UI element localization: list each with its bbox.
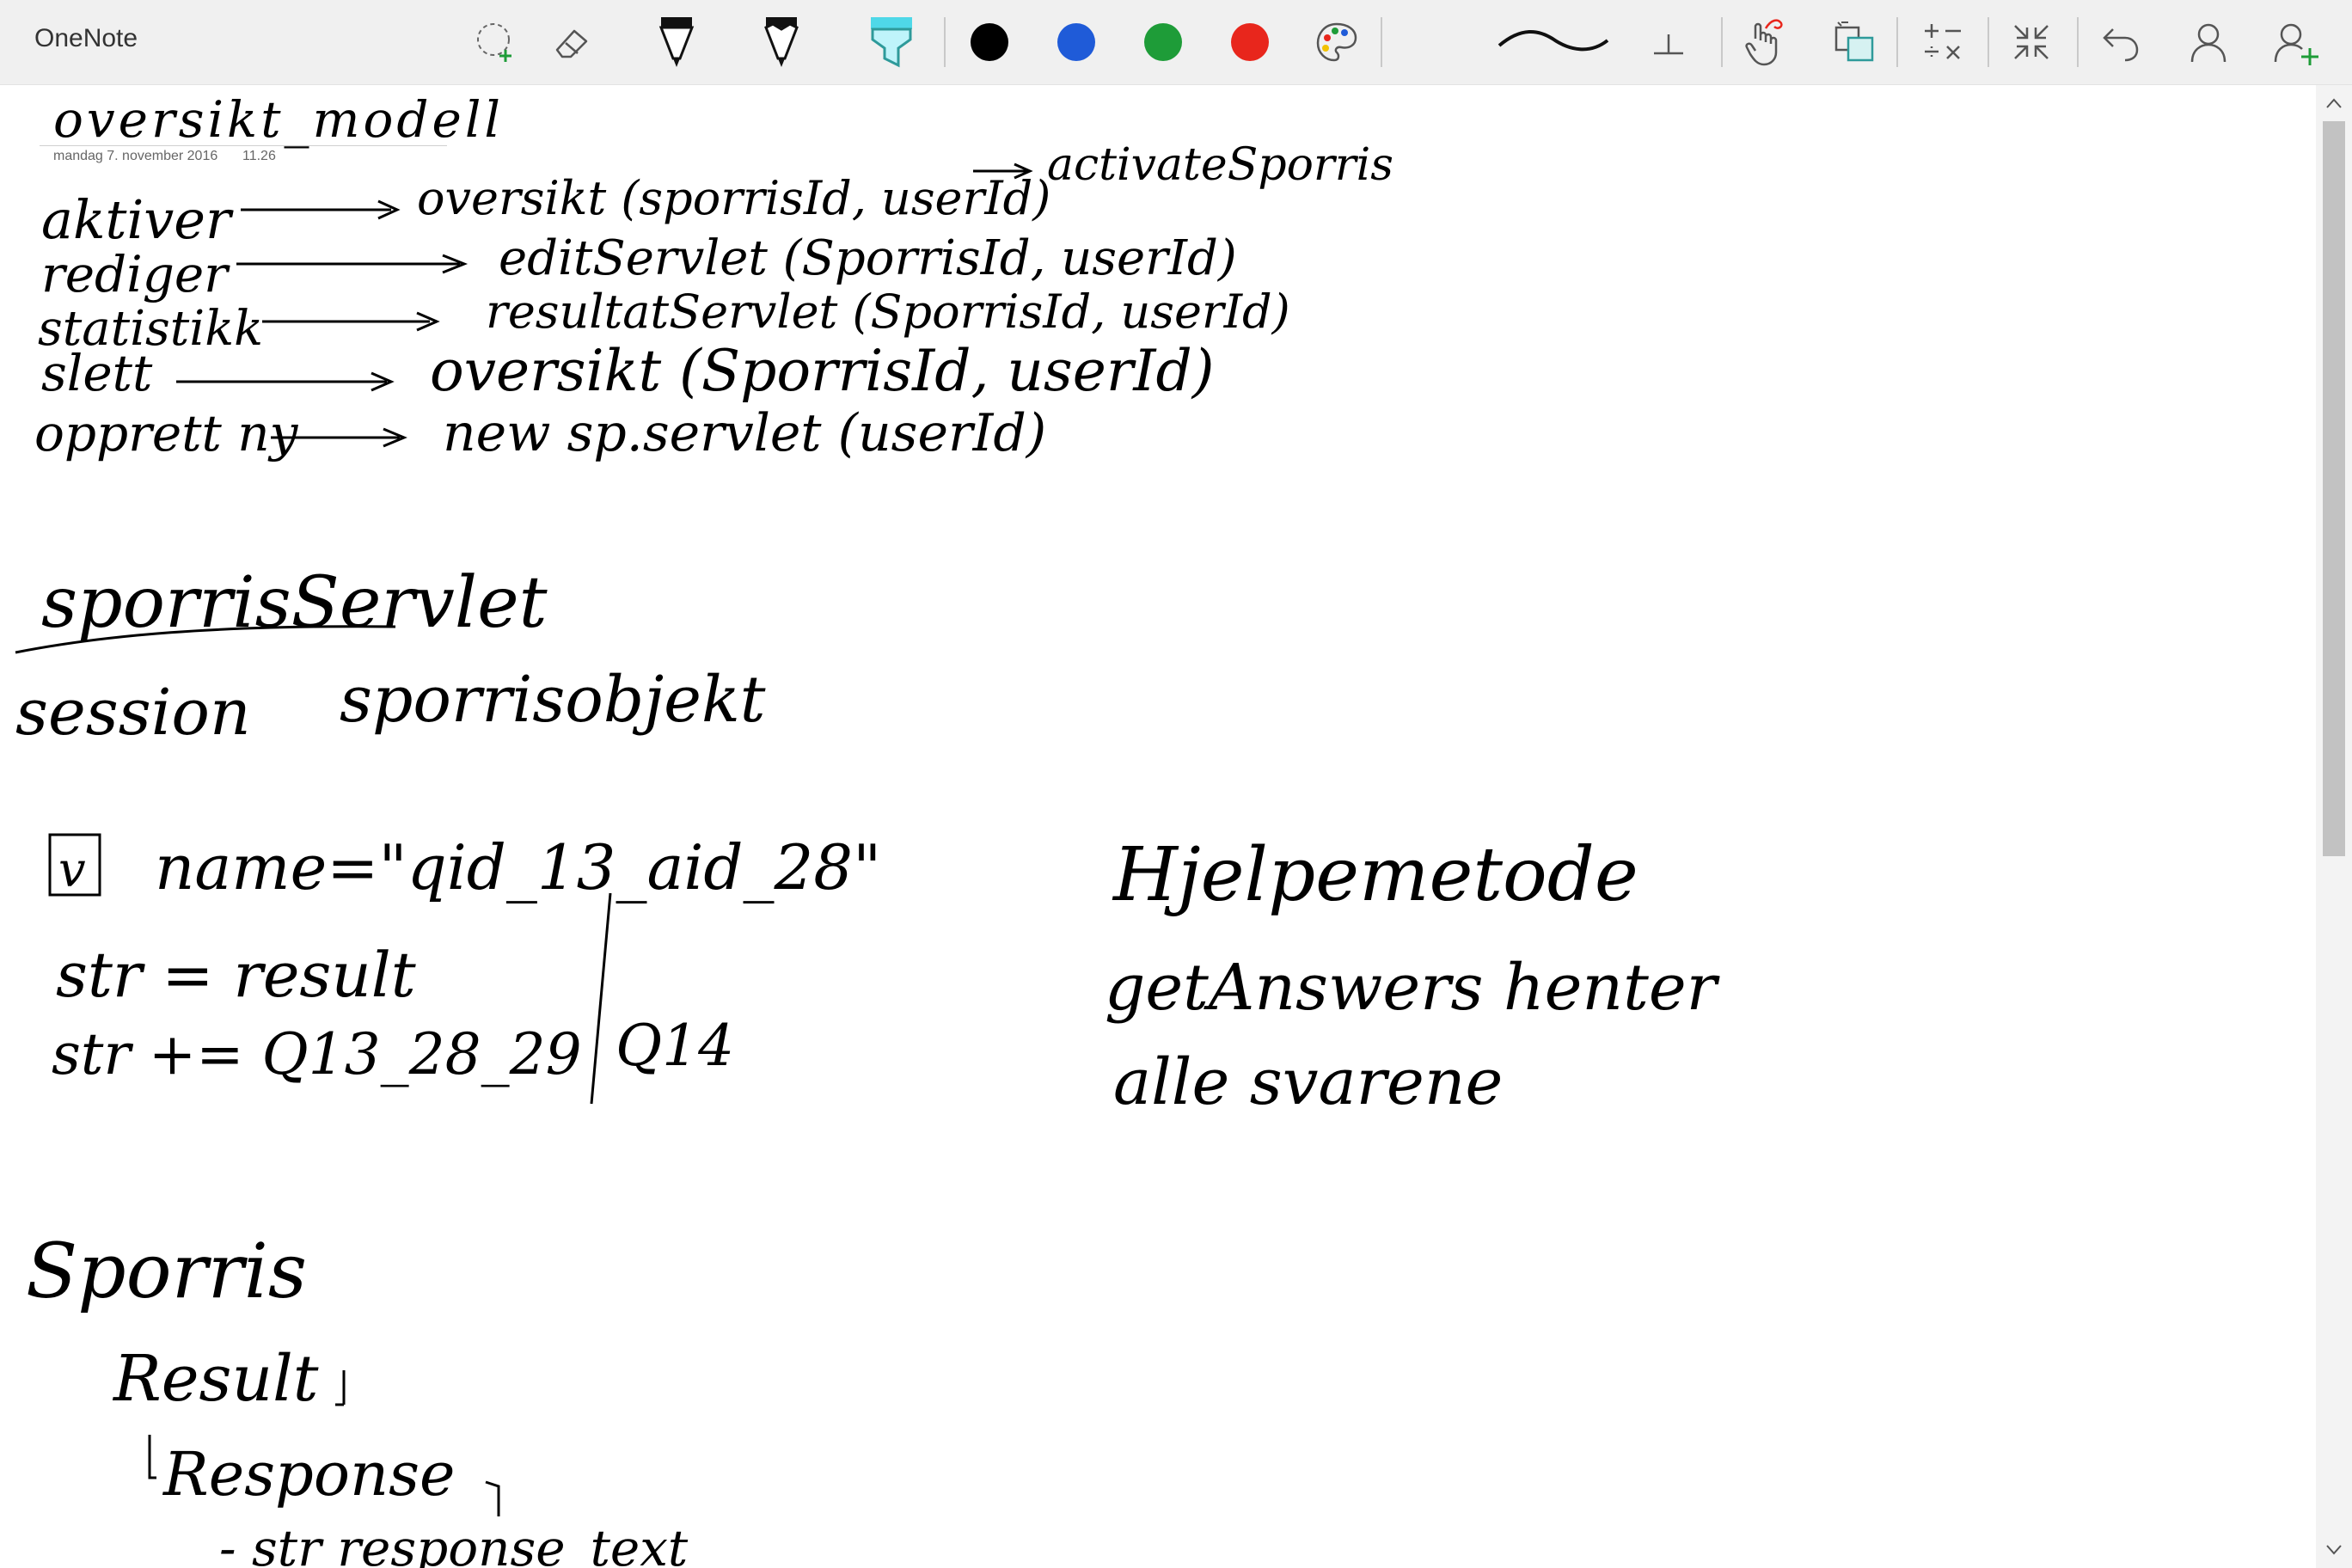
color-swatch-blue: [1057, 23, 1095, 61]
ink-row5-right: new sp.servlet (userId): [443, 403, 1046, 463]
ink-tree-child: Result: [112, 1342, 319, 1416]
ink-row2-left: rediger: [41, 245, 230, 303]
touch-writing-icon[interactable]: [1731, 10, 1795, 74]
ink-tree-root: Sporris: [26, 1227, 307, 1315]
draw-toolbar: OneNote: [0, 0, 2352, 85]
ink-row2-right: editServlet (SporrisId, userId): [499, 230, 1237, 286]
ink-row5-left: opprett ny: [34, 404, 299, 462]
highlighter-icon[interactable]: [860, 10, 923, 74]
color-red-button[interactable]: [1218, 10, 1282, 74]
pencil-icon[interactable]: [750, 10, 813, 74]
color-swatch-red: [1231, 23, 1269, 61]
color-swatch-green: [1144, 23, 1182, 61]
ink-row1-right: oversikt (sporrisId, userId): [417, 171, 1050, 225]
add-user-icon[interactable]: [2264, 10, 2328, 74]
eraser-icon[interactable]: [540, 10, 603, 74]
ink-helper-line1: getAnswers henter: [1105, 951, 1721, 1025]
ink-sporris-servlet: sporrisServlet: [41, 562, 548, 644]
lasso-select-icon[interactable]: [464, 10, 528, 74]
color-black-button[interactable]: [958, 10, 1021, 74]
ink-row4-left: slett: [41, 344, 153, 402]
ink-tree-grandchild: Response: [162, 1439, 455, 1510]
app-title: OneNote: [34, 24, 138, 52]
ink-tree-leaf: - str response_text: [219, 1519, 689, 1568]
toolbar-separator: [1896, 17, 1898, 67]
undo-icon[interactable]: [2089, 10, 2153, 74]
toolbar-separator: [2077, 17, 2079, 67]
ink-str-q14: Q14: [616, 1013, 734, 1079]
scroll-up-icon[interactable]: [2316, 89, 2352, 118]
ink-layer: aktiver oversikt (sporrisId, userId) act…: [15, 139, 1721, 1568]
toolbar-separator: [1988, 17, 1989, 67]
scroll-down-icon[interactable]: [2316, 1535, 2352, 1565]
collapse-icon[interactable]: [2000, 10, 2063, 74]
ink-str-result: str = result: [56, 939, 417, 1011]
toolbar-separator: [1381, 17, 1382, 67]
ink-name-attr: name="qid_13_aid_28": [155, 831, 881, 903]
ink-row1-left: aktiver: [41, 188, 234, 251]
ink-row1-extra: activateSporris: [1047, 139, 1393, 191]
scroll-thumb[interactable]: [2323, 121, 2345, 856]
ink-row3-right: resultatServlet (SporrisId, userId): [486, 285, 1290, 339]
palette-icon[interactable]: [1305, 10, 1369, 74]
toolbar-separator: [1721, 17, 1723, 67]
toolbar-separator: [944, 17, 946, 67]
ink-str-append: str += Q13_28_29: [52, 1021, 582, 1087]
stroke-width-icon[interactable]: [1496, 10, 1611, 74]
ink-checkbox-mark: v: [58, 842, 86, 898]
ruler-icon[interactable]: [1637, 10, 1700, 74]
ink-sporrisobjekt: sporrisobjekt: [340, 663, 766, 737]
ink-to-shape-icon[interactable]: [1822, 10, 1886, 74]
account-icon[interactable]: [2177, 10, 2240, 74]
color-swatch-black: [971, 23, 1008, 61]
ink-helper-title: Hjelpemetode: [1112, 832, 1638, 918]
vertical-scrollbar[interactable]: [2316, 85, 2352, 1568]
ink-session: session: [15, 676, 251, 750]
color-green-button[interactable]: [1131, 10, 1195, 74]
ink-helper-line2: alle svarene: [1113, 1045, 1503, 1119]
color-blue-button[interactable]: [1044, 10, 1108, 74]
ink-row4-right: oversikt (SporrisId, userId): [430, 338, 1214, 404]
ink-to-math-icon[interactable]: [1910, 10, 1974, 74]
pen-icon[interactable]: [645, 10, 708, 74]
note-canvas[interactable]: oversikt_modell mandag 7. november 2016 …: [0, 85, 2316, 1568]
